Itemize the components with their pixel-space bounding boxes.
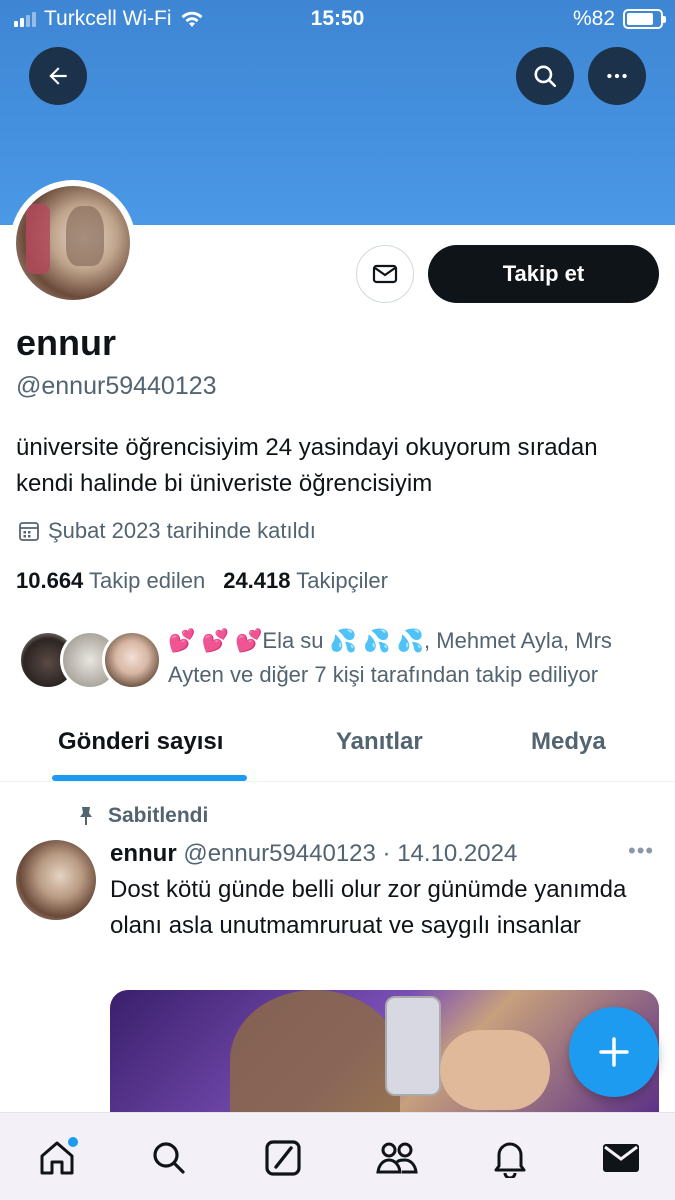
post-avatar[interactable]	[16, 840, 96, 920]
battery-percent: %82	[572, 7, 615, 30]
follow-button[interactable]: Takip et	[428, 245, 659, 303]
followers-label: Takipçiler	[296, 568, 388, 593]
arrow-left-icon	[49, 67, 67, 85]
post-text: Dost kötü günde belli olur zor günümde y…	[110, 876, 627, 939]
plus-icon	[599, 1037, 629, 1067]
nav-search[interactable]	[144, 1133, 194, 1183]
nav-communities[interactable]	[372, 1133, 422, 1183]
followers-stat[interactable]: 24.418 Takipçiler	[223, 568, 388, 594]
active-tab-indicator	[52, 775, 247, 781]
tab-replies[interactable]: Yanıtlar	[336, 728, 423, 756]
profile-tabs: Gönderi sayısı Yanıtlar Medya	[0, 710, 675, 782]
bell-icon	[494, 1142, 526, 1178]
back-button[interactable]	[29, 47, 87, 105]
grok-icon	[265, 1140, 301, 1176]
home-notification-dot	[68, 1137, 78, 1147]
post-author[interactable]: ennur	[110, 840, 177, 867]
profile-avatar-frame[interactable]	[10, 180, 136, 306]
followers-count: 24.418	[223, 568, 291, 593]
communities-icon	[376, 1142, 418, 1174]
search-icon	[153, 1142, 185, 1174]
message-button[interactable]	[356, 245, 414, 303]
followed-by-text: 💕 💕 💕Ela su 💦 💦 💦, Mehmet Ayla, Mrs Ayte…	[168, 628, 612, 687]
post-header: ennur @ennur59440123 · 14.10.2024	[110, 840, 517, 868]
search-icon	[534, 65, 557, 88]
profile-avatar[interactable]	[16, 186, 130, 300]
following-label: Takip edilen	[89, 568, 206, 593]
mail-icon	[603, 1144, 639, 1172]
profile-bio: üniversite öğrencisiyim 24 yasindayi oku…	[16, 434, 598, 497]
follower-avatar	[102, 630, 162, 690]
join-date: Şubat 2023 tarihinde katıldı	[18, 518, 316, 544]
post-handle-date: @ennur59440123 · 14.10.2024	[183, 840, 518, 867]
post-more-button[interactable]: •••	[628, 838, 654, 864]
more-icon	[607, 73, 627, 79]
battery-icon	[623, 9, 666, 29]
status-bar: Turkcell Wi-Fi 15:50 %82	[0, 0, 675, 40]
followers-you-know[interactable]: 💕 💕 💕Ela su 💦 💦 💦, Mehmet Ayla, Mrs Ayte…	[18, 624, 668, 694]
envelope-icon	[372, 264, 398, 284]
compose-button[interactable]	[569, 1007, 659, 1097]
tab-posts[interactable]: Gönderi sayısı	[58, 728, 223, 756]
search-button[interactable]	[516, 47, 574, 105]
nav-grok[interactable]	[258, 1133, 308, 1183]
pin-icon	[80, 807, 92, 825]
more-button[interactable]	[588, 47, 646, 105]
profile-name: ennur	[16, 322, 117, 363]
join-date-text: Şubat 2023 tarihinde katıldı	[48, 518, 316, 543]
following-count: 10.664	[16, 568, 84, 593]
nav-home[interactable]	[32, 1133, 82, 1183]
calendar-icon	[19, 522, 39, 541]
pinned-indicator: Sabitlendi	[76, 804, 208, 828]
nav-notifications[interactable]	[485, 1133, 535, 1183]
profile-handle: @ennur59440123	[16, 372, 217, 400]
following-stat[interactable]: 10.664 Takip edilen	[16, 568, 205, 594]
tab-media[interactable]: Medya	[531, 728, 606, 756]
nav-messages[interactable]	[596, 1133, 646, 1183]
follow-stats: 10.664 Takip edilen 24.418 Takipçiler	[16, 568, 388, 594]
bottom-nav	[0, 1112, 675, 1200]
pinned-label: Sabitlendi	[108, 804, 209, 827]
